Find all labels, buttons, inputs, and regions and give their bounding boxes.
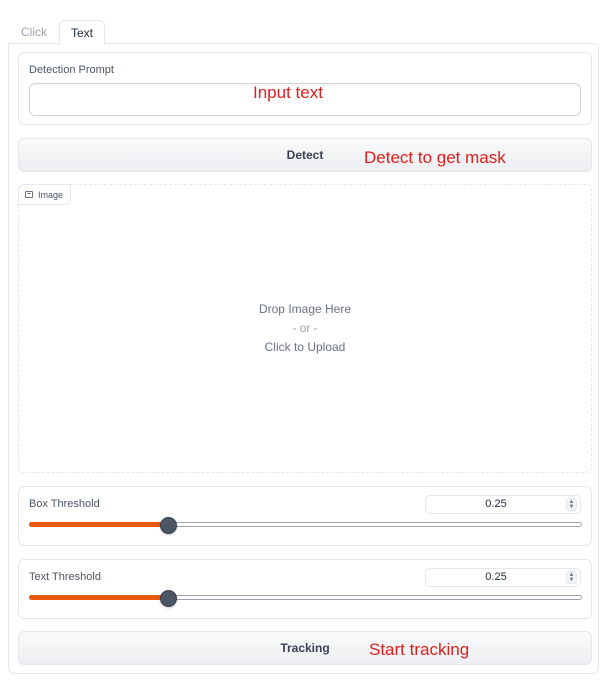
text-threshold-value: 0.25: [485, 571, 507, 583]
click-to-upload-text: Click to Upload: [264, 340, 346, 354]
text-threshold-slider-fill: [29, 595, 168, 600]
box-threshold-value: 0.25: [485, 498, 507, 510]
text-threshold-spinner-icon[interactable]: ▲ ▼: [566, 571, 577, 584]
text-threshold-block: Text Threshold 0.25 ▲ ▼: [18, 559, 592, 619]
image-drop-zone[interactable]: Drop Image Here - or - Click to Upload: [19, 185, 591, 472]
text-threshold-number-input[interactable]: 0.25 ▲ ▼: [425, 568, 581, 587]
text-threshold-label: Text Threshold: [29, 571, 101, 583]
box-threshold-label: Box Threshold: [29, 498, 100, 510]
box-threshold-slider[interactable]: [29, 517, 582, 534]
tab-bar: Click Text: [8, 20, 598, 45]
annotation-detect: Detect to get mask: [364, 148, 506, 167]
text-threshold-slider[interactable]: [29, 590, 582, 607]
box-threshold-block: Box Threshold 0.25 ▲ ▼: [18, 486, 592, 546]
image-icon: [25, 191, 33, 198]
text-threshold-slider-thumb[interactable]: [160, 590, 177, 607]
tracking-button[interactable]: Tracking: [18, 631, 592, 665]
tab-text[interactable]: Text: [59, 20, 105, 45]
box-threshold-number-input[interactable]: 0.25 ▲ ▼: [425, 495, 581, 514]
annotation-input-text: Input text: [253, 83, 323, 102]
drop-or-text: - or -: [292, 321, 318, 335]
image-label-chip: Image: [18, 184, 72, 205]
box-threshold-slider-fill: [29, 522, 168, 527]
drop-image-text: Drop Image Here: [258, 302, 352, 316]
box-threshold-slider-thumb[interactable]: [160, 517, 177, 534]
image-label: Image: [38, 189, 64, 200]
detection-prompt-label: Detection Prompt: [29, 64, 114, 76]
image-upload-area[interactable]: Drop Image Here - or - Click to Upload I…: [18, 184, 592, 473]
annotation-tracking: Start tracking: [369, 640, 470, 659]
box-threshold-spinner-icon[interactable]: ▲ ▼: [566, 498, 577, 511]
tab-click[interactable]: Click: [12, 20, 56, 44]
